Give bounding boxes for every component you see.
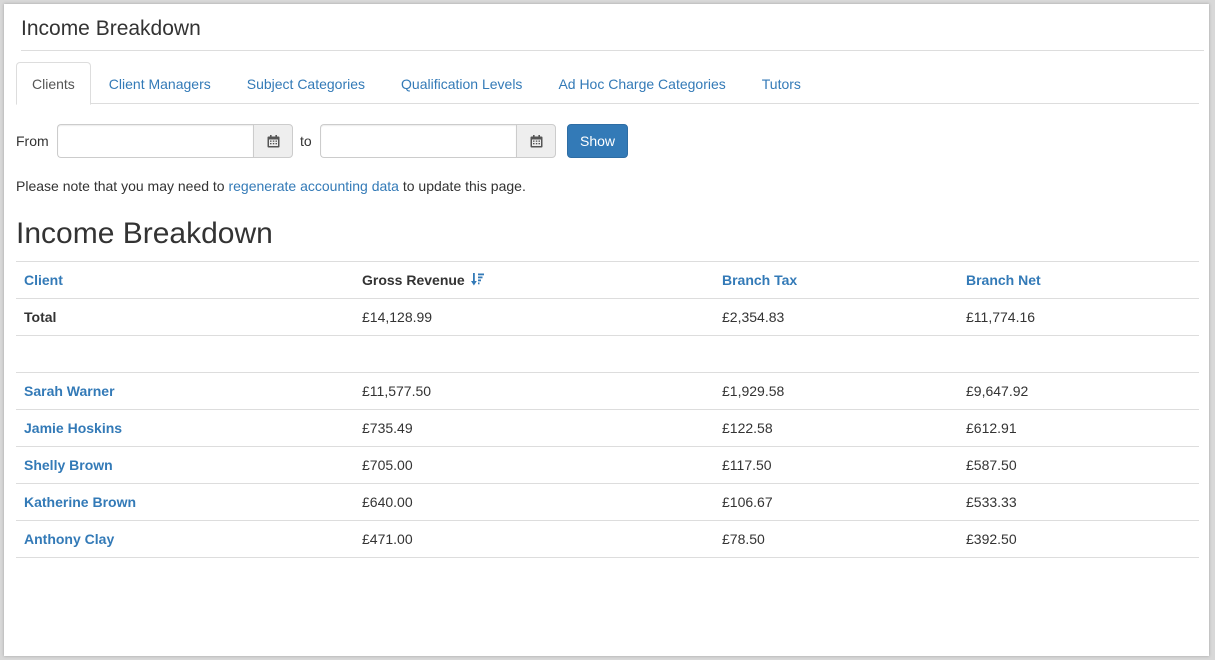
page-title: Income Breakdown <box>21 18 1204 51</box>
table-row: Katherine Brown £640.00 £106.67 £533.33 <box>16 483 1199 521</box>
net-cell: £392.50 <box>958 520 1199 558</box>
header-branch-net[interactable]: Branch Net <box>958 261 1199 299</box>
gross-cell: £11,577.50 <box>354 372 714 410</box>
tab-subject-categories[interactable]: Subject Categories <box>229 62 383 104</box>
show-button[interactable]: Show <box>567 124 628 158</box>
from-date-input[interactable] <box>57 124 253 158</box>
client-link[interactable]: Shelly Brown <box>16 446 354 484</box>
client-link[interactable]: Sarah Warner <box>16 372 354 410</box>
header-branch-tax[interactable]: Branch Tax <box>714 261 958 299</box>
note-text-after: to update this page. <box>398 178 526 194</box>
total-label: Total <box>16 298 354 336</box>
tab-ad-hoc-charge-categories[interactable]: Ad Hoc Charge Categories <box>540 62 743 104</box>
tab-qualification-levels[interactable]: Qualification Levels <box>383 62 540 104</box>
net-cell: £612.91 <box>958 409 1199 447</box>
sort-descending-icon <box>470 273 484 286</box>
to-label: to <box>300 133 312 149</box>
header-gross-revenue[interactable]: Gross Revenue <box>354 261 714 299</box>
gross-cell: £705.00 <box>354 446 714 484</box>
regenerate-note: Please note that you may need to regener… <box>16 178 526 194</box>
table-header-row: Client Gross Revenue Branch Tax Branch N… <box>16 261 1199 299</box>
gross-cell: £471.00 <box>354 520 714 558</box>
total-gross: £14,128.99 <box>354 298 714 336</box>
regenerate-accounting-link[interactable]: regenerate accounting data <box>228 178 398 194</box>
gross-cell: £735.49 <box>354 409 714 447</box>
from-calendar-button[interactable] <box>253 124 293 158</box>
tax-cell: £1,929.58 <box>714 372 958 410</box>
table-row: Jamie Hoskins £735.49 £122.58 £612.91 <box>16 409 1199 447</box>
net-cell: £9,647.92 <box>958 372 1199 410</box>
net-cell: £533.33 <box>958 483 1199 521</box>
to-calendar-button[interactable] <box>516 124 556 158</box>
gross-cell: £640.00 <box>354 483 714 521</box>
to-date-group <box>320 124 556 158</box>
date-filter: From to Show <box>16 124 716 158</box>
to-date-input[interactable] <box>320 124 516 158</box>
spacer-row <box>16 335 1199 373</box>
net-cell: £587.50 <box>958 446 1199 484</box>
total-net: £11,774.16 <box>958 298 1199 336</box>
tab-clients[interactable]: Clients <box>16 62 91 105</box>
client-link[interactable]: Katherine Brown <box>16 483 354 521</box>
header-gross-revenue-label: Gross Revenue <box>362 272 465 288</box>
client-link[interactable]: Jamie Hoskins <box>16 409 354 447</box>
calendar-icon <box>530 134 542 147</box>
header-client[interactable]: Client <box>16 261 354 299</box>
tax-cell: £78.50 <box>714 520 958 558</box>
from-date-group <box>57 124 293 158</box>
table-row: Anthony Clay £471.00 £78.50 £392.50 <box>16 520 1199 558</box>
income-table: Client Gross Revenue Branch Tax Branch N… <box>16 261 1199 558</box>
tax-cell: £106.67 <box>714 483 958 521</box>
from-label: From <box>16 133 49 149</box>
table-row: Shelly Brown £705.00 £117.50 £587.50 <box>16 446 1199 484</box>
tax-cell: £122.58 <box>714 409 958 447</box>
note-text-before: Please note that you may need to <box>16 178 229 194</box>
tab-tutors[interactable]: Tutors <box>744 62 819 104</box>
table-row: Sarah Warner £11,577.50 £1,929.58 £9,647… <box>16 372 1199 410</box>
section-title: Income Breakdown <box>16 217 273 250</box>
tab-bar: Clients Client Managers Subject Categori… <box>16 62 1199 105</box>
tax-cell: £117.50 <box>714 446 958 484</box>
total-tax: £2,354.83 <box>714 298 958 336</box>
main-panel: Income Breakdown Clients Client Managers… <box>4 4 1209 656</box>
client-link[interactable]: Anthony Clay <box>16 520 354 558</box>
tab-client-managers[interactable]: Client Managers <box>91 62 229 104</box>
total-row: Total £14,128.99 £2,354.83 £11,774.16 <box>16 298 1199 336</box>
calendar-icon <box>267 134 279 147</box>
